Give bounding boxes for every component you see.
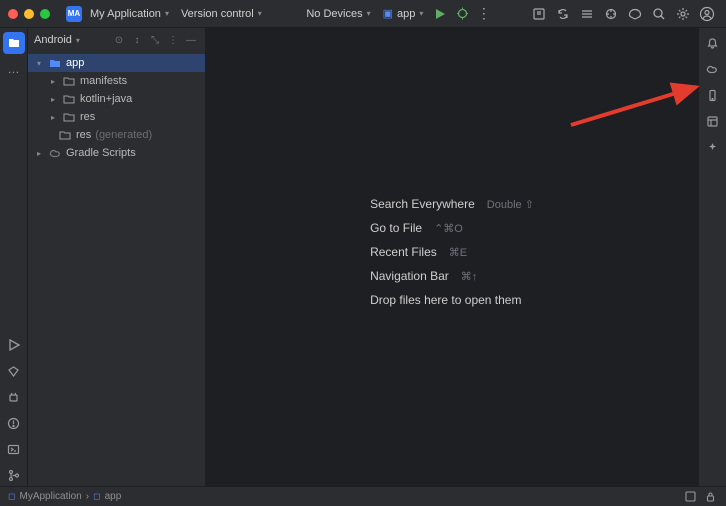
lock-status-icon[interactable]: [702, 489, 718, 505]
tree-row-gradle[interactable]: ▸ Gradle Scripts: [28, 144, 205, 162]
hide-panel-icon[interactable]: —: [183, 32, 199, 48]
device-selector[interactable]: No Devices ▾: [300, 6, 376, 22]
breadcrumb-root[interactable]: MyApplication: [19, 491, 81, 502]
chevron-down-icon: ▾: [165, 9, 169, 18]
device-manager-icon[interactable]: [702, 84, 724, 106]
empty-state-hints: Search EverywhereDouble ⇧ Go to File⌃⌘O …: [370, 197, 534, 317]
tree-label: res: [80, 111, 95, 123]
hint-label: Drop files here to open them: [370, 293, 521, 307]
tree-row-kotlin[interactable]: ▸ kotlin+java: [28, 90, 205, 108]
hint-keys: ⌘↑: [461, 270, 478, 283]
expand-arrow-icon[interactable]: ▾: [34, 59, 44, 68]
hint-label: Go to File: [370, 221, 422, 235]
vcs-label: Version control: [181, 8, 254, 20]
folder-icon: [62, 92, 76, 106]
chevron-down-icon: ▾: [76, 36, 80, 45]
project-tool-button[interactable]: [3, 32, 25, 54]
module-icon: ◻: [8, 491, 15, 502]
close-window-button[interactable]: [8, 9, 18, 19]
right-tool-rail: [698, 28, 726, 486]
minimize-window-button[interactable]: [24, 9, 34, 19]
panel-header: Android ▾ ⊙ ↕ ⤡ ⋮ —: [28, 28, 205, 52]
expand-arrow-icon[interactable]: ▸: [48, 77, 58, 86]
window-controls: [8, 9, 50, 19]
account-icon[interactable]: [696, 3, 718, 25]
chevron-down-icon: ▾: [419, 9, 423, 18]
project-tree[interactable]: ▾ app ▸ manifests ▸ kotlin+java ▸ res: [28, 52, 205, 486]
expand-arrow-icon[interactable]: ▸: [48, 113, 58, 122]
android-tool-icon[interactable]: [3, 386, 25, 408]
zoom-window-button[interactable]: [40, 9, 50, 19]
tree-label: app: [66, 57, 84, 69]
hint-keys: Double ⇧: [487, 198, 534, 211]
gradle-tool-icon[interactable]: [702, 58, 724, 80]
terminal-tool-icon[interactable]: [3, 438, 25, 460]
select-opened-icon[interactable]: ⊙: [111, 32, 127, 48]
panel-title[interactable]: Android: [34, 34, 72, 46]
hint-label: Navigation Bar: [370, 269, 449, 283]
tree-row-res[interactable]: ▸ res: [28, 108, 205, 126]
run-tool-icon[interactable]: [3, 334, 25, 356]
build-icon[interactable]: [600, 3, 622, 25]
run-config-label: app: [397, 8, 415, 20]
project-selector[interactable]: MA My Application ▾: [60, 4, 175, 24]
app-badge-icon: MA: [66, 6, 82, 22]
code-with-me-icon[interactable]: [528, 3, 550, 25]
sync-icon[interactable]: [552, 3, 574, 25]
run-button[interactable]: [429, 3, 451, 25]
assistant-icon[interactable]: [624, 3, 646, 25]
hint-label: Recent Files: [370, 245, 437, 259]
app-name-label: My Application: [90, 8, 161, 20]
more-tools-icon[interactable]: …: [3, 58, 25, 80]
left-tool-rail: …: [0, 28, 28, 486]
vcs-tool-icon[interactable]: [3, 464, 25, 486]
folder-icon: [62, 74, 76, 88]
gradle-icon: [48, 146, 62, 160]
hint-keys: ⌘E: [449, 246, 467, 259]
tree-label: res: [76, 129, 91, 141]
project-panel: Android ▾ ⊙ ↕ ⤡ ⋮ — ▾ app ▸ manifests: [28, 28, 206, 486]
device-label: No Devices: [306, 8, 362, 20]
run-config-selector[interactable]: ▣ app ▾: [377, 5, 430, 22]
titlebar: MA My Application ▾ Version control ▾ No…: [0, 0, 726, 28]
layout-validation-icon[interactable]: [702, 110, 724, 132]
notifications-icon[interactable]: [702, 32, 724, 54]
workspace: … Android ▾ ⊙ ↕ ⤡ ⋮ — ▾ app: [0, 28, 726, 486]
module-icon: ◻: [93, 491, 100, 502]
tree-row-manifests[interactable]: ▸ manifests: [28, 72, 205, 90]
tree-row-res-generated[interactable]: res (generated): [28, 126, 205, 144]
stack-icon[interactable]: [576, 3, 598, 25]
editor-area[interactable]: Search EverywhereDouble ⇧ Go to File⌃⌘O …: [206, 28, 698, 486]
hint-keys: ⌃⌘O: [434, 222, 463, 235]
hint-label: Search Everywhere: [370, 197, 475, 211]
tree-label: Gradle Scripts: [66, 147, 136, 159]
tree-label: manifests: [80, 75, 127, 87]
folder-icon: [58, 128, 72, 142]
problems-tool-icon[interactable]: [3, 412, 25, 434]
search-icon[interactable]: [648, 3, 670, 25]
panel-options-icon[interactable]: ⋮: [165, 32, 181, 48]
chevron-down-icon: ▾: [367, 9, 371, 18]
expand-arrow-icon[interactable]: ▸: [48, 95, 58, 104]
statusbar: ◻ MyApplication › ◻ app: [0, 486, 726, 506]
tree-label-suffix: (generated): [95, 129, 152, 141]
more-run-button[interactable]: ⋮: [473, 3, 495, 25]
collapse-all-icon[interactable]: ⤡: [147, 32, 163, 48]
gem-tool-icon[interactable]: [3, 360, 25, 382]
chevron-down-icon: ▾: [258, 9, 262, 18]
vcs-menu[interactable]: Version control ▾: [175, 6, 268, 22]
ai-sparkle-icon[interactable]: [702, 136, 724, 158]
tree-row-app[interactable]: ▾ app: [28, 54, 205, 72]
tree-label: kotlin+java: [80, 93, 132, 105]
breadcrumb-app[interactable]: app: [105, 491, 122, 502]
module-folder-icon: [48, 56, 62, 70]
folder-icon: [62, 110, 76, 124]
breadcrumb-separator: ›: [86, 491, 89, 502]
expand-arrow-icon[interactable]: ▸: [34, 149, 44, 158]
settings-icon[interactable]: [672, 3, 694, 25]
expand-all-icon[interactable]: ↕: [129, 32, 145, 48]
indexing-icon[interactable]: [682, 489, 698, 505]
module-icon: ▣: [383, 7, 393, 20]
debug-button[interactable]: [451, 3, 473, 25]
